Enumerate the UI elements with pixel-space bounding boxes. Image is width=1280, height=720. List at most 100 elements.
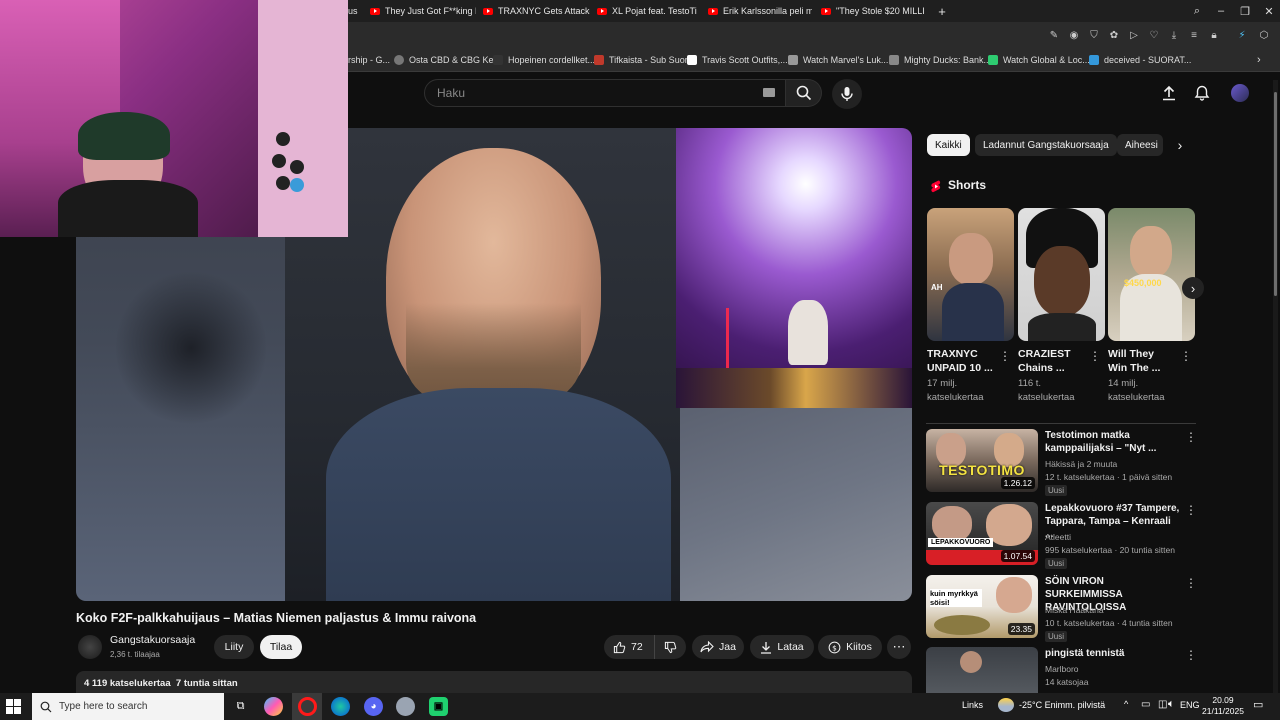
list-item[interactable]: TESTOTIMO 1.26.12 Testotimon matka kampp… bbox=[926, 429, 1197, 497]
browser-tab-partial[interactable]: us bbox=[348, 0, 362, 22]
play-icon[interactable]: ▷ bbox=[1127, 28, 1141, 42]
settings-icon[interactable]: ⬡ bbox=[1257, 28, 1271, 42]
edge-browser-icon[interactable] bbox=[331, 697, 350, 716]
edit-icon[interactable]: ✎ bbox=[1047, 28, 1061, 42]
search-tabs-icon[interactable]: ⌕ bbox=[1185, 0, 1209, 22]
short-views: 17 milj. katselukertaa bbox=[927, 377, 984, 405]
short-thumbnail[interactable]: AH bbox=[927, 208, 1014, 341]
chip-all[interactable]: Kaikki bbox=[927, 134, 970, 156]
bookmark-item[interactable]: Tifkaista - Sub Suora bbox=[594, 48, 693, 72]
rec-menu-kebab-icon[interactable]: ⋮ bbox=[1185, 576, 1197, 590]
channel-avatar[interactable] bbox=[78, 635, 102, 659]
weather-text[interactable]: -25°C Enimm. pilvistä bbox=[1019, 700, 1105, 710]
browser-tab-5[interactable]: "They Stole $20 MILLION! bbox=[821, 0, 925, 22]
description-box[interactable]: 4 119 katselukertaa 7 tuntia sittan bbox=[76, 671, 912, 693]
chevron-up-icon[interactable]: ^ bbox=[1124, 699, 1128, 709]
short-thumbnail[interactable]: $450,000 bbox=[1108, 208, 1195, 341]
bookmark-item[interactable]: rship - G... bbox=[348, 48, 390, 72]
video-thumbnail bbox=[926, 647, 1038, 693]
bookmark-item[interactable]: Travis Scott Outfits,... bbox=[687, 48, 788, 72]
rec-menu-kebab-icon[interactable]: ⋮ bbox=[1185, 430, 1197, 444]
input-language[interactable]: ENG bbox=[1180, 700, 1200, 710]
new-tab-button[interactable]: + bbox=[935, 0, 949, 22]
app-shield-icon[interactable] bbox=[396, 697, 415, 716]
short-menu-kebab-icon[interactable]: ⋮ bbox=[1180, 349, 1192, 363]
short-thumbnail[interactable] bbox=[1018, 208, 1105, 341]
tray-app-icon[interactable]: ▭ bbox=[1141, 699, 1150, 710]
upload-icon[interactable] bbox=[1161, 85, 1177, 101]
notification-center-icon[interactable]: ▭ bbox=[1253, 698, 1263, 711]
taskbar-search-input[interactable]: Type here to search bbox=[32, 693, 224, 720]
dislike-button[interactable] bbox=[654, 635, 686, 659]
bookmark-item[interactable]: Watch Marvel's Luk... bbox=[788, 48, 888, 72]
channel-name[interactable]: Gangstakuorsaaja bbox=[110, 634, 195, 646]
bookmark-item[interactable]: Mighty Ducks: Bank... bbox=[889, 48, 991, 72]
avatar[interactable] bbox=[1231, 84, 1249, 102]
menu-lines-icon[interactable]: ≡ bbox=[1187, 28, 1201, 42]
scrollbar-thumb[interactable] bbox=[1274, 92, 1277, 296]
chip-topics[interactable]: Aiheesi bbox=[1117, 134, 1163, 156]
tab-label: "They Stole $20 MILLION! bbox=[836, 6, 925, 16]
like-button[interactable]: 72 bbox=[604, 635, 654, 659]
minimize-button[interactable]: – bbox=[1209, 0, 1233, 22]
thumbs-up-icon bbox=[613, 641, 626, 653]
lock-icon[interactable]: 🔒︎ bbox=[1207, 28, 1221, 42]
bookmarks-overflow-chevron-icon[interactable]: › bbox=[1257, 48, 1261, 72]
spreadsheet-app-icon[interactable]: ▣ bbox=[429, 697, 448, 716]
camera-icon[interactable]: ◉ bbox=[1067, 28, 1081, 42]
list-item[interactable]: kuin myrkkyä söisi! 23.35 SÖIN VIRON SUR… bbox=[926, 575, 1197, 643]
windows-start-icon[interactable] bbox=[6, 699, 21, 714]
opera-browser-icon[interactable] bbox=[298, 697, 317, 716]
share-button[interactable]: Jaa bbox=[692, 635, 744, 659]
browser-tab-4[interactable]: Erik Karlssonilla peli maitt bbox=[708, 0, 812, 22]
network-icon[interactable]: ◫ bbox=[1158, 699, 1167, 710]
bookmark-item[interactable]: Osta CBD & CBG Ke... bbox=[394, 48, 501, 72]
links-toolbar-label[interactable]: Links bbox=[962, 700, 983, 710]
volume-icon[interactable]: 🔈︎ bbox=[1168, 698, 1175, 711]
heart-icon[interactable]: ♡ bbox=[1147, 28, 1161, 42]
profile-icon[interactable]: ⚡︎ bbox=[1235, 28, 1249, 42]
notifications-bell-icon[interactable] bbox=[1194, 85, 1210, 101]
restore-button[interactable]: ❐ bbox=[1233, 0, 1257, 22]
search-input[interactable]: Haku bbox=[424, 79, 786, 107]
keyboard-icon[interactable] bbox=[763, 88, 775, 97]
rec-menu-kebab-icon[interactable]: ⋮ bbox=[1185, 503, 1197, 517]
short-menu-kebab-icon[interactable]: ⋮ bbox=[999, 349, 1011, 363]
browser-tab-1[interactable]: They Just Got F**king De bbox=[370, 0, 476, 22]
subscribe-button[interactable]: Tilaa bbox=[260, 635, 302, 659]
download-icon[interactable]: ⤓ bbox=[1167, 28, 1181, 42]
browser-tab-2[interactable]: TRAXNYC Gets Attacked I bbox=[483, 0, 590, 22]
clock[interactable]: 20.09 21/11/2025 bbox=[1200, 695, 1246, 717]
short-title[interactable]: Will They Win The ... bbox=[1108, 347, 1160, 375]
bookmark-item[interactable]: deceived - SUORAT... bbox=[1089, 48, 1191, 72]
search-button[interactable] bbox=[786, 79, 822, 107]
join-button[interactable]: Liity bbox=[214, 635, 254, 659]
shorts-next-chevron-icon[interactable]: › bbox=[1182, 277, 1204, 299]
copilot-icon[interactable] bbox=[264, 697, 283, 716]
discord-icon[interactable]: ◕ bbox=[364, 697, 383, 716]
list-item[interactable]: pingistä tennistä Marlboro 14 katsojaa ⋮ bbox=[926, 647, 1196, 693]
thanks-button[interactable]: $ Kiitos bbox=[818, 635, 882, 659]
chip-uploaded-by-channel[interactable]: Ladannut Gangstakuorsaaja bbox=[975, 134, 1117, 156]
chip-next-chevron-icon[interactable]: › bbox=[1170, 134, 1190, 156]
short-title[interactable]: TRAXNYC UNPAID 10 ... bbox=[927, 347, 993, 375]
bookmark-favicon-icon bbox=[988, 55, 998, 65]
short-menu-kebab-icon[interactable]: ⋮ bbox=[1089, 349, 1101, 363]
browser-tab-3[interactable]: XL Pojat feat. TestoTimo bbox=[597, 0, 697, 22]
more-actions-button[interactable]: ⋯ bbox=[887, 635, 911, 659]
rec-menu-kebab-icon[interactable]: ⋮ bbox=[1185, 648, 1196, 662]
download-button[interactable]: Lataa bbox=[750, 635, 814, 659]
short-views: 14 milj. katselukertaa bbox=[1108, 377, 1165, 405]
task-view-icon[interactable]: ⧉ bbox=[231, 697, 250, 716]
shield-icon[interactable]: ⛉ bbox=[1087, 28, 1101, 42]
short-title[interactable]: CRAZIEST Chains ... bbox=[1018, 347, 1071, 375]
list-item[interactable]: LEPAKKOVUORO 1.07.54 Lepakkovuoro #37 Ta… bbox=[926, 502, 1197, 570]
voice-search-button[interactable] bbox=[832, 79, 862, 109]
rec-meta: 995 katselukertaa · 20 tuntia sitten bbox=[1045, 545, 1175, 555]
short-views-line: 14 milj. bbox=[1108, 378, 1139, 389]
bookmark-item[interactable]: Hopeinen cordellket... bbox=[493, 48, 595, 72]
extension-icon[interactable]: ✿ bbox=[1107, 28, 1121, 42]
close-window-button[interactable]: ✕ bbox=[1257, 0, 1280, 22]
weather-icon[interactable] bbox=[998, 698, 1014, 712]
bookmark-item[interactable]: Watch Global & Loc... bbox=[988, 48, 1090, 72]
